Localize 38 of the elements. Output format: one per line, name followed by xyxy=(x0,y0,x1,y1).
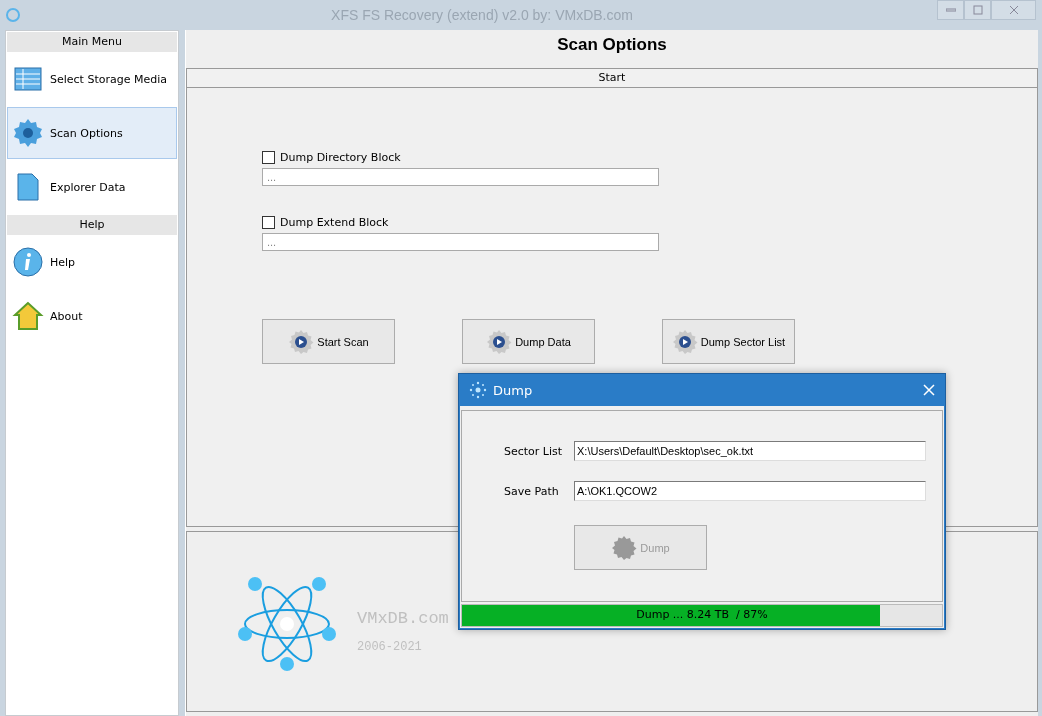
path-field[interactable]: ... xyxy=(262,168,659,186)
gear-icon xyxy=(486,328,513,355)
progress-text: Dump ... 8.24 TB / 87% xyxy=(635,608,769,621)
sidebar-item[interactable]: Select Storage Media xyxy=(7,53,177,105)
maximize-button[interactable] xyxy=(964,0,991,20)
gear-icon xyxy=(671,328,698,355)
checkbox[interactable]: Dump Directory Block xyxy=(262,151,1037,164)
sidebar-item[interactable]: Scan Options xyxy=(7,107,177,159)
page-title: Scan Options xyxy=(556,34,668,56)
gear-icon xyxy=(288,328,315,355)
close-icon xyxy=(1008,5,1019,15)
field-label: Sector List xyxy=(504,444,564,458)
path-field[interactable]: A:\OK1.QCOW2 xyxy=(574,481,926,501)
sidebar-item[interactable]: Help xyxy=(7,236,177,288)
sidebar-header: Main Menu xyxy=(7,32,177,52)
action-button[interactable]: Dump Sector List xyxy=(662,319,795,364)
action-button[interactable]: Start Scan xyxy=(262,319,395,364)
sidebar-item[interactable]: Explorer Data xyxy=(7,161,177,213)
sidebar-header: Help xyxy=(7,215,177,235)
gear-icon xyxy=(12,117,44,149)
path-field[interactable]: ... xyxy=(262,233,659,251)
maximize-icon xyxy=(972,5,983,15)
gear-icon xyxy=(611,534,638,561)
field-label: Save Path xyxy=(504,484,560,498)
app-icon xyxy=(4,6,22,24)
dialog-title: Dump xyxy=(493,382,534,398)
info-icon xyxy=(12,246,44,278)
close-icon[interactable] xyxy=(923,384,935,396)
group-header: Start xyxy=(186,68,1038,87)
minimize-icon xyxy=(945,8,956,12)
action-button[interactable]: Dump Data xyxy=(462,319,595,364)
checkbox[interactable]: Dump Extend Block xyxy=(262,216,1037,229)
sidebar-item[interactable]: About xyxy=(7,290,177,342)
sparkle-icon xyxy=(469,381,487,399)
close-button[interactable] xyxy=(991,0,1036,20)
path-field[interactable]: X:\Users\Default\Desktop\sec_ok.txt xyxy=(574,441,926,461)
minimize-button[interactable] xyxy=(937,0,964,20)
house-icon xyxy=(12,300,44,332)
